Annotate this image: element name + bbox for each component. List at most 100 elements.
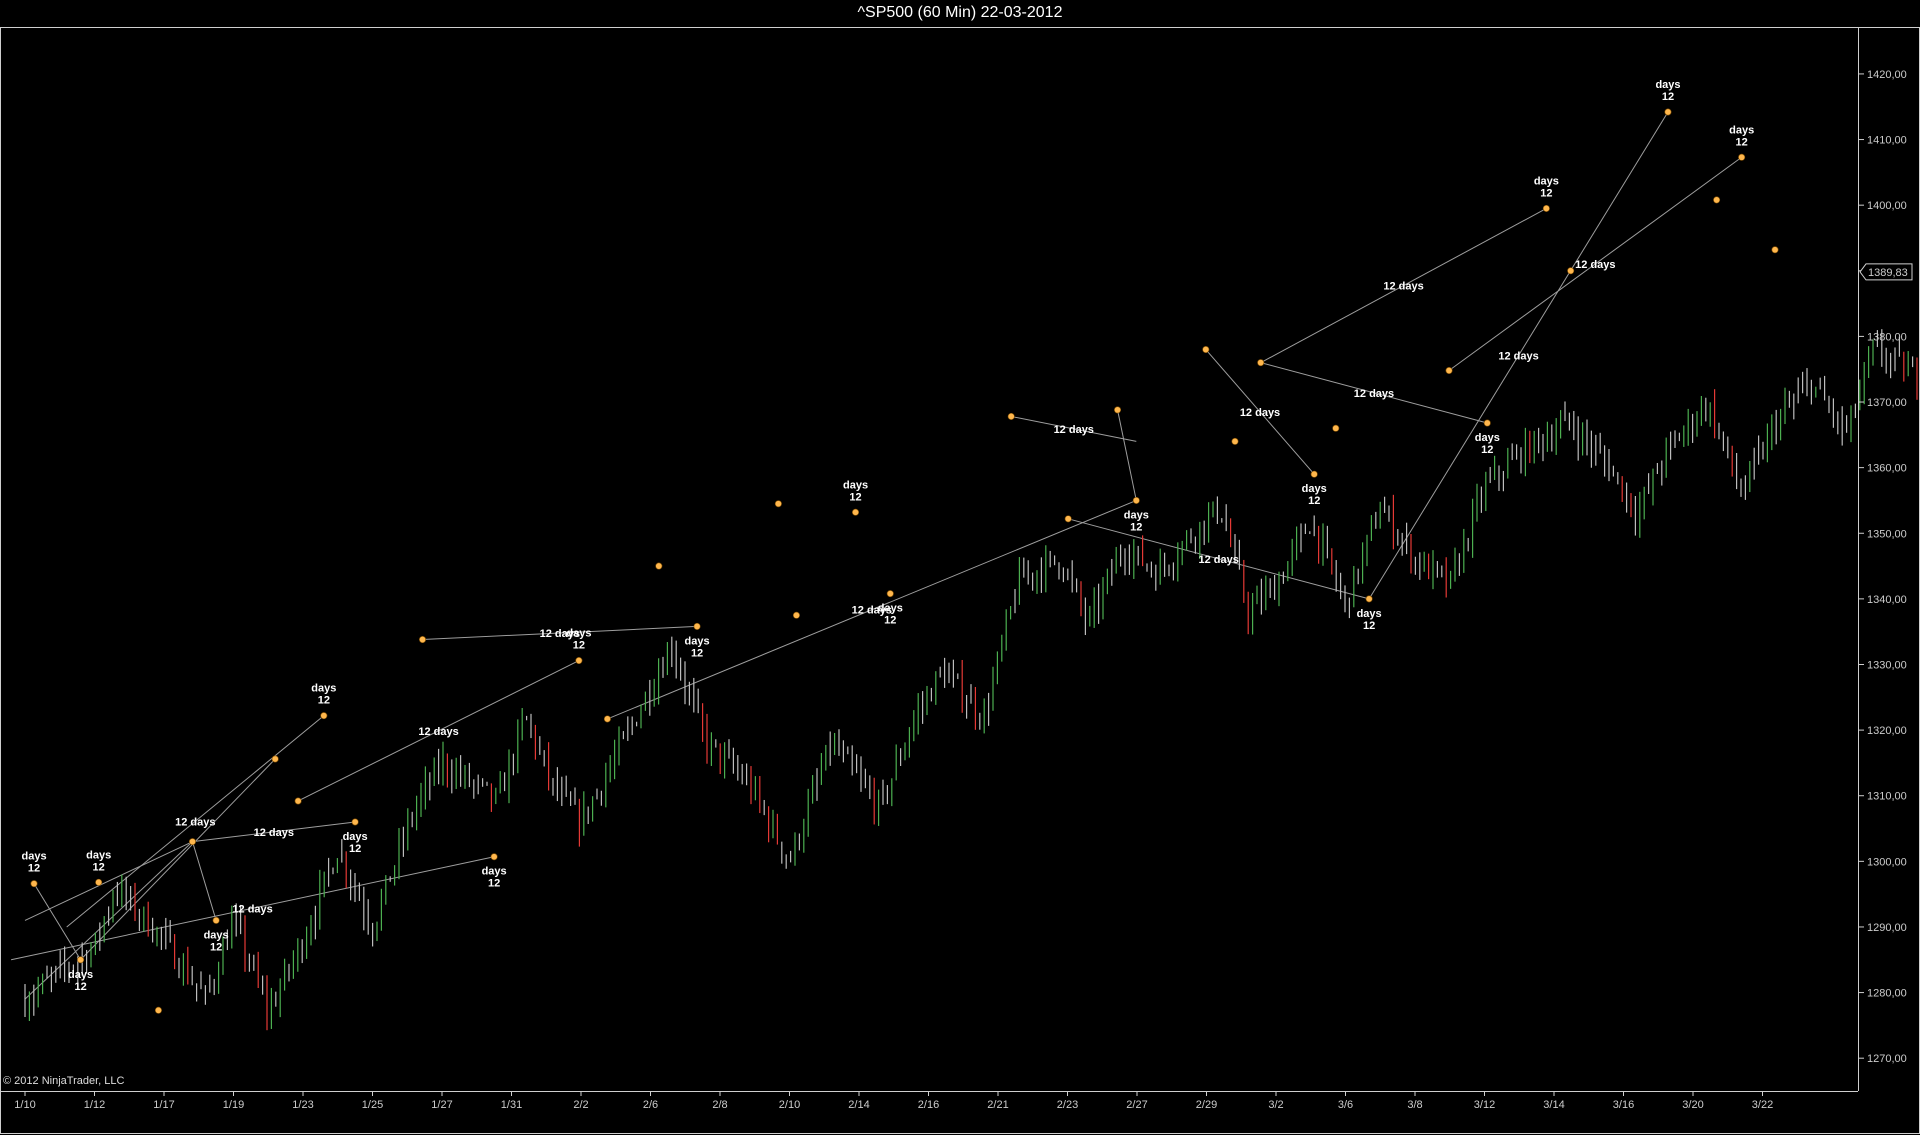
pivot-label-bottom: 12 [691, 647, 703, 659]
trendline-layer [10, 111, 1742, 1000]
y-tick-label: 1320,00 [1867, 725, 1907, 737]
x-tick-label: 1/10 [14, 1099, 35, 1111]
pivot-label-top: days [843, 479, 868, 491]
pivot-marker [30, 880, 38, 888]
pivot-marker [575, 657, 583, 665]
pivot-label-top: days [68, 969, 93, 981]
pivot-label-top: days [311, 683, 336, 695]
trendline [1117, 409, 1137, 501]
pivot-marker [188, 838, 196, 846]
pivot-label-bottom: 12 [93, 861, 105, 873]
trendline-label: 12 days [418, 726, 458, 738]
x-tick-label: 2/27 [1126, 1099, 1147, 1111]
pivot-label-bottom: 12 [1130, 521, 1142, 533]
x-tick-label: 3/6 [1338, 1099, 1353, 1111]
y-axis: 1270,00 1280,00 1290,00 1300,00 1310,00 1320,… [1858, 69, 1907, 1065]
pivot-label-top: days [204, 929, 229, 941]
pivot-marker [603, 715, 611, 723]
pivot-marker [1365, 595, 1373, 603]
x-tick-label: 2/14 [848, 1099, 869, 1111]
pivot-marker [294, 797, 302, 805]
price-bars [24, 329, 1918, 1031]
pivot-label-bottom: 12 [210, 941, 222, 953]
pivot-layer [30, 108, 1779, 1014]
pivot-marker [852, 508, 860, 516]
x-tick-label: 1/12 [84, 1099, 105, 1111]
pivot-label-top: days [685, 635, 710, 647]
pivot-marker [655, 562, 663, 570]
trendline-label: 12 days [1498, 350, 1538, 362]
x-tick-label: 1/31 [501, 1099, 522, 1111]
x-tick-label: 2/16 [918, 1099, 939, 1111]
label-layer: 12 days12 days12 days12 days12 days12 da… [21, 79, 1754, 993]
pivot-label-bottom: 12 [1736, 136, 1748, 148]
copyright-notice: © 2012 NinjaTrader, LLC [3, 1075, 125, 1087]
x-tick-label: 2/23 [1057, 1099, 1078, 1111]
pivot-label-top: days [1302, 483, 1327, 495]
pivot-label-top: days [1124, 509, 1149, 521]
x-tick-label: 3/16 [1613, 1099, 1634, 1111]
pivot-label-bottom: 12 [28, 863, 40, 875]
price-chart[interactable]: 12 days12 days12 days12 days12 days12 da… [0, 0, 1920, 1135]
x-tick-label: 3/14 [1543, 1099, 1564, 1111]
pivot-marker [886, 590, 894, 598]
x-tick-label: 3/22 [1752, 1099, 1773, 1111]
pivot-marker [1567, 267, 1575, 275]
y-tick-label: 1340,00 [1867, 594, 1907, 606]
pivot-label-top: days [1475, 432, 1500, 444]
y-tick-label: 1280,00 [1867, 988, 1907, 1000]
pivot-marker [1738, 153, 1746, 161]
x-tick-label: 2/6 [643, 1099, 658, 1111]
x-tick-label: 1/17 [153, 1099, 174, 1111]
pivot-marker [774, 500, 782, 508]
pivot-label-bottom: 12 [349, 843, 361, 855]
x-tick-label: 3/12 [1474, 1099, 1495, 1111]
trendline-label: 12 days [1240, 407, 1280, 419]
pivot-label-bottom: 12 [1308, 495, 1320, 507]
x-tick-label: 3/20 [1682, 1099, 1703, 1111]
pivot-marker [1064, 515, 1072, 523]
pivot-marker [1483, 419, 1491, 427]
pivot-marker [1542, 204, 1550, 212]
pivot-label-top: days [86, 849, 111, 861]
trendline-label: 12 days [1054, 424, 1094, 436]
y-tick-label: 1370,00 [1867, 397, 1907, 409]
pivot-label-bottom: 12 [1540, 187, 1552, 199]
y-tick-label: 1420,00 [1867, 69, 1907, 81]
pivot-marker [95, 878, 103, 886]
pivot-label-top: days [343, 831, 368, 843]
x-tick-label: 2/10 [779, 1099, 800, 1111]
pivot-marker [1231, 437, 1239, 445]
x-tick-label: 2/2 [573, 1099, 588, 1111]
x-tick-label: 2/8 [712, 1099, 727, 1111]
y-tick-label: 1350,00 [1867, 528, 1907, 540]
pivot-label-bottom: 12 [884, 615, 896, 627]
pivot-label-top: days [1729, 124, 1754, 136]
pivot-marker [490, 853, 498, 861]
pivot-marker [154, 1006, 162, 1014]
pivot-label-top: days [878, 603, 903, 615]
x-tick-label: 1/27 [431, 1099, 452, 1111]
pivot-marker [351, 818, 359, 826]
trendline-label: 12 days [175, 816, 215, 828]
pivot-label-top: days [1357, 608, 1382, 620]
pivot-label-bottom: 12 [1662, 91, 1674, 103]
y-tick-label: 1310,00 [1867, 791, 1907, 803]
pivot-label-bottom: 12 [1363, 620, 1375, 632]
pivot-marker [1132, 496, 1140, 504]
chart-frame [0, 27, 1920, 1134]
y-tick-label: 1270,00 [1867, 1053, 1907, 1065]
x-tick-label: 2/21 [987, 1099, 1008, 1111]
x-axis: 1/10 1/12 1/17 1/19 1/23 1/25 1/27 1/31 2/2 2/6 2/… [14, 1091, 1773, 1111]
pivot-marker [419, 636, 427, 644]
pivot-marker [693, 622, 701, 630]
pivot-label-top: days [482, 866, 507, 878]
x-tick-label: 1/19 [223, 1099, 244, 1111]
trendline-label: 12 days [254, 827, 294, 839]
trendline [192, 841, 217, 921]
pivot-label-bottom: 12 [1481, 444, 1493, 456]
y-tick-label: 1290,00 [1867, 922, 1907, 934]
pivot-marker [271, 755, 279, 763]
x-tick-label: 1/25 [362, 1099, 383, 1111]
pivot-marker [1713, 196, 1721, 204]
